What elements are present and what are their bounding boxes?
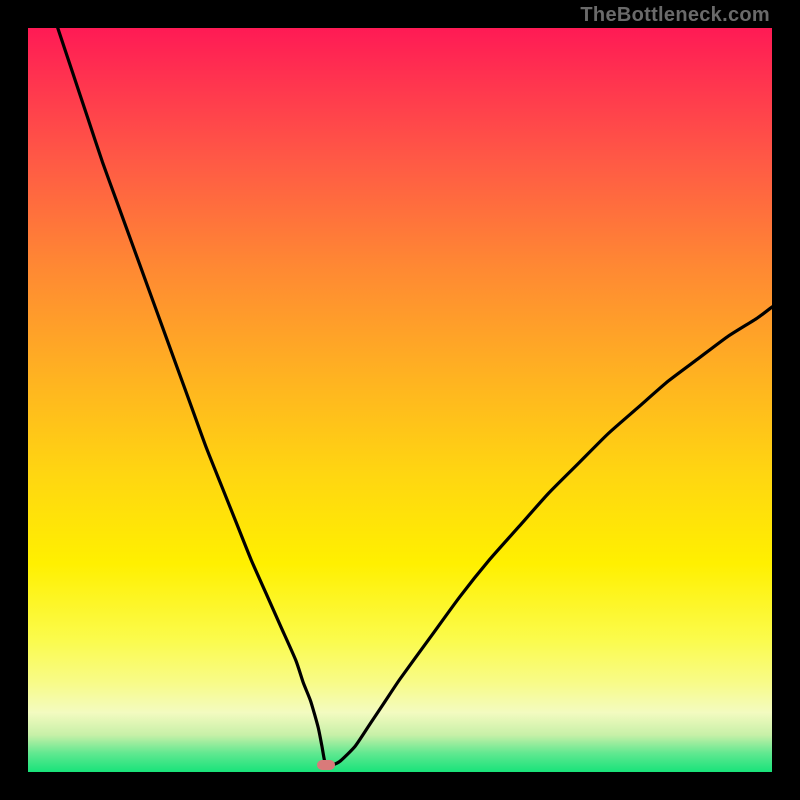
chart-plot-area	[28, 28, 772, 772]
bottleneck-marker	[317, 760, 335, 770]
watermark-text: TheBottleneck.com	[580, 4, 770, 27]
bottleneck-curve	[28, 28, 772, 772]
